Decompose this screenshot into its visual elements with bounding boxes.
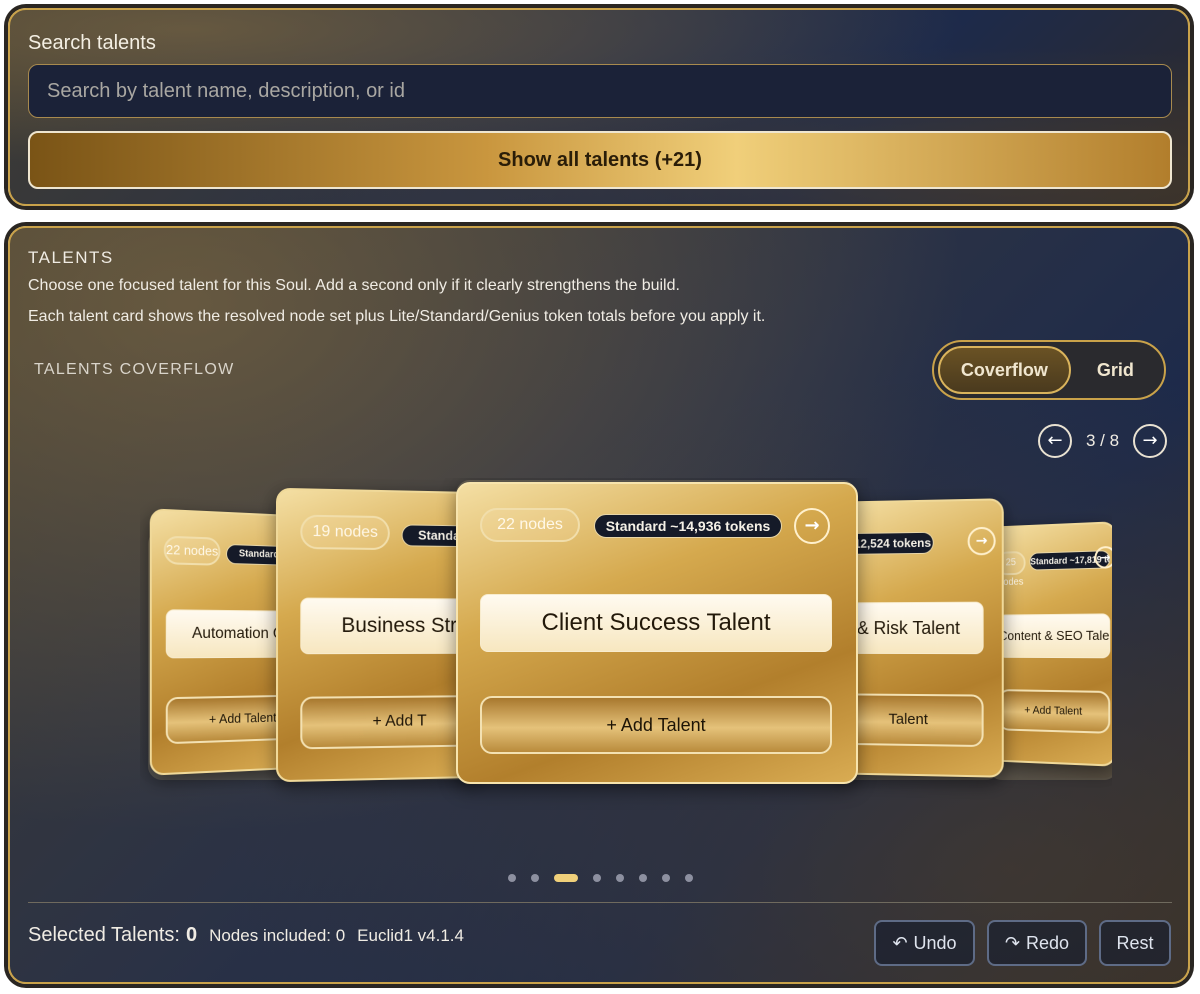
- view-toggle: Coverflow Grid: [932, 340, 1166, 400]
- card-arrow-icon[interactable]: →: [794, 508, 830, 544]
- add-talent-button[interactable]: + Add Talent: [997, 689, 1111, 734]
- selection-summary: Selected Talents: 0 Nodes included: 0 Eu…: [28, 924, 464, 947]
- node-count-pill: 22 nodes: [480, 508, 580, 542]
- node-count-pill: 22 nodes: [163, 535, 221, 566]
- card-arrow-icon[interactable]: →: [1094, 545, 1112, 569]
- redo-label: Redo: [1026, 932, 1070, 953]
- add-talent-button[interactable]: + Add Talent: [480, 696, 832, 754]
- page-count: 3 / 8: [1086, 431, 1120, 450]
- toggle-grid[interactable]: Grid: [1071, 346, 1160, 394]
- search-title: Search talents: [28, 32, 156, 54]
- talent-card-active[interactable]: 22 nodes Standard ~14,936 tokens → Clien…: [456, 482, 858, 784]
- toggle-coverflow[interactable]: Coverflow: [938, 346, 1071, 394]
- token-badge: Standard ~14,936 tokens: [594, 514, 782, 538]
- search-input[interactable]: [28, 64, 1172, 118]
- selected-talents-count: 0: [185, 924, 198, 946]
- talents-panel: TALENTS Choose one focused talent for th…: [8, 226, 1190, 984]
- selected-talents-label: Selected Talents:: [28, 924, 180, 946]
- reset-button[interactable]: Rest: [1099, 920, 1171, 966]
- talents-description-2: Each talent card shows the resolved node…: [28, 308, 766, 325]
- talent-card[interactable]: d ~12,524 tokens → & Risk Talent Talent: [832, 498, 1004, 778]
- version-label: Euclid1 v4.1.4: [357, 926, 464, 945]
- talents-description-1: Choose one focused talent for this Soul.…: [28, 277, 680, 294]
- prev-arrow-icon[interactable]: ←: [1038, 424, 1072, 458]
- pagination-dot[interactable]: [616, 874, 624, 882]
- card-arrow-icon[interactable]: →: [967, 526, 996, 556]
- card-title: Client Success Talent: [480, 594, 832, 652]
- pagination-dots: [508, 874, 693, 882]
- undo-label: Undo: [913, 932, 957, 953]
- show-all-talents-button[interactable]: Show all talents (+21): [28, 131, 1172, 189]
- pagination-dot-active[interactable]: [554, 874, 578, 882]
- nodes-included: Nodes included: 0: [209, 926, 346, 945]
- node-count-pill: 19 nodes: [300, 514, 390, 551]
- section-title: TALENTS: [28, 248, 114, 267]
- talent-card[interactable]: 25 nodes Standard ~17,819 tokens → Conte…: [990, 521, 1112, 767]
- pagination-dot[interactable]: [639, 874, 647, 882]
- pagination-dot[interactable]: [508, 874, 516, 882]
- pagination-dot[interactable]: [593, 874, 601, 882]
- next-arrow-icon[interactable]: →: [1133, 424, 1168, 458]
- redo-icon: ↷: [1004, 932, 1021, 954]
- talent-card[interactable]: 19 nodes Standard Business Str + Add T: [275, 487, 483, 783]
- footer-divider: [28, 902, 1172, 903]
- coverflow-pager: ← 3 / 8 →: [1038, 424, 1168, 458]
- search-panel: Search talents Show all talents (+21): [8, 8, 1190, 206]
- undo-button[interactable]: ↶ Undo: [874, 920, 975, 966]
- pagination-dot[interactable]: [531, 874, 539, 882]
- pagination-dot[interactable]: [662, 874, 670, 882]
- card-title: Content & SEO Talent: [997, 613, 1111, 659]
- pagination-dot[interactable]: [685, 874, 693, 882]
- undo-icon: ↶: [892, 932, 908, 954]
- coverflow-label: TALENTS COVERFLOW: [34, 361, 235, 378]
- redo-button[interactable]: ↷ Redo: [987, 920, 1087, 966]
- coverflow-stage: 22 nodes Standard ~14 Automation Op + Ad…: [140, 478, 1112, 858]
